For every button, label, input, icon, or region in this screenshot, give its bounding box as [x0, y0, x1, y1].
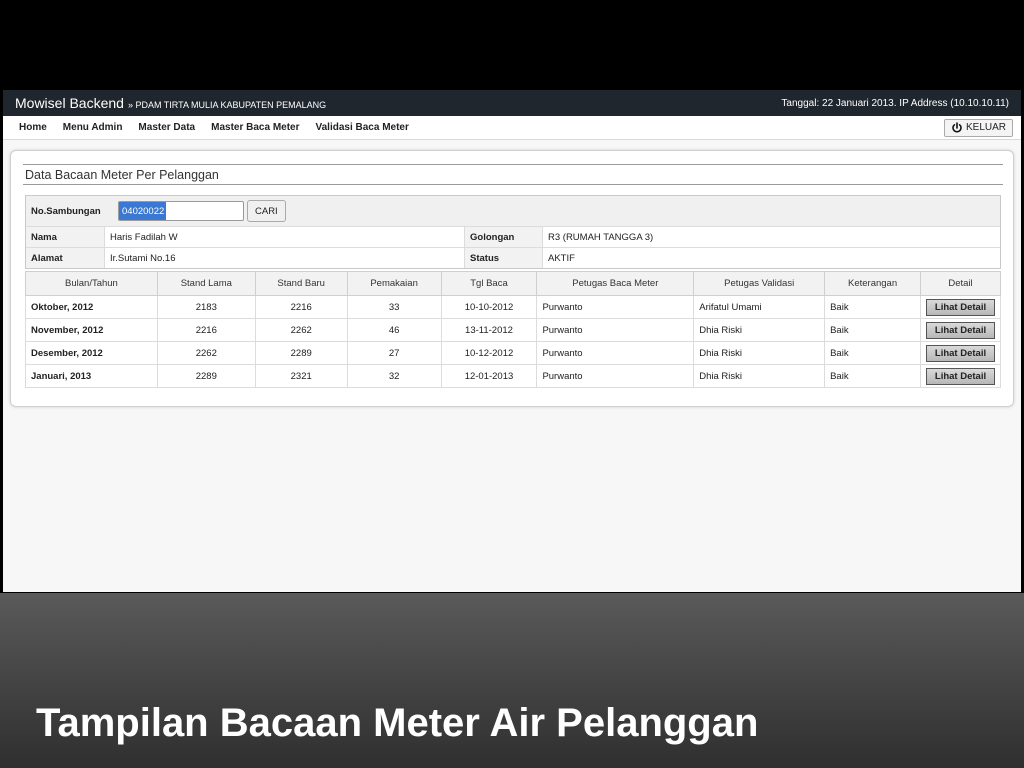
top-bar: Mowisel Backend » PDAM TIRTA MULIA KABUP… [3, 90, 1021, 116]
cell-detail: Lihat Detail [920, 318, 1001, 342]
customer-info: No.Sambungan CARI Nama Haris Fadilah W G… [25, 195, 1001, 269]
cell-pemakaian: 46 [346, 318, 442, 342]
cell-keterangan: Baik [824, 295, 922, 319]
cell-tgl-baca: 10-10-2012 [440, 295, 538, 319]
cell-stand-lama: 2289 [156, 364, 256, 388]
cell-stand-baru: 2289 [254, 341, 348, 365]
readings-table: Bulan/Tahun Stand Lama Stand Baru Pemaka… [25, 271, 1001, 388]
app-screen: Mowisel Backend » PDAM TIRTA MULIA KABUP… [3, 90, 1021, 592]
cell-petugas-baca: Purwanto [536, 364, 695, 388]
col-header-petugas-baca: Petugas Baca Meter [536, 271, 695, 296]
search-row: No.Sambungan CARI [26, 196, 1000, 226]
nama-value: Haris Fadilah W [104, 227, 464, 247]
cell-detail: Lihat Detail [920, 295, 1001, 319]
col-header-detail: Detail [920, 271, 1001, 296]
cell-tgl-baca: 12-01-2013 [440, 364, 538, 388]
cell-month: Januari, 2013 [25, 364, 158, 388]
menu-item-master-baca-meter[interactable]: Master Baca Meter [211, 122, 299, 133]
menu-bar: Home Menu Admin Master Data Master Baca … [3, 116, 1021, 140]
cell-pemakaian: 32 [346, 364, 442, 388]
golongan-label: Golongan [464, 227, 542, 247]
cell-keterangan: Baik [824, 364, 922, 388]
cell-stand-baru: 2216 [254, 295, 348, 319]
menu-item-home[interactable]: Home [19, 122, 47, 133]
alamat-label: Alamat [31, 252, 63, 264]
col-header-stand-lama: Stand Lama [156, 271, 256, 296]
menu-item-menu-admin[interactable]: Menu Admin [63, 122, 123, 133]
alamat-value: Ir.Sutami No.16 [104, 248, 464, 268]
menu-item-master-data[interactable]: Master Data [138, 122, 195, 133]
cell-pemakaian: 33 [346, 295, 442, 319]
col-header-stand-baru: Stand Baru [254, 271, 348, 296]
lihat-detail-button[interactable]: Lihat Detail [925, 367, 996, 385]
breadcrumb: » PDAM TIRTA MULIA KABUPATEN PEMALANG [127, 100, 327, 110]
col-header-tgl-baca: Tgl Baca [440, 271, 538, 296]
cell-month: Desember, 2012 [25, 341, 158, 365]
col-header-bulan-tahun: Bulan/Tahun [25, 271, 158, 296]
cell-petugas-baca: Purwanto [536, 318, 695, 342]
panel-title: Data Bacaan Meter Per Pelanggan [23, 164, 1003, 185]
col-header-petugas-validasi: Petugas Validasi [693, 271, 826, 296]
cell-pemakaian: 27 [346, 341, 442, 365]
cell-month: Oktober, 2012 [25, 295, 158, 319]
logout-button[interactable]: KELUAR [943, 118, 1013, 137]
main-menu: Home Menu Admin Master Data Master Baca … [19, 122, 425, 133]
table-row: Oktober, 2012 2183 2216 33 10-10-2012 Pu… [25, 295, 1001, 319]
cell-stand-lama: 2262 [156, 341, 256, 365]
table-row: November, 2012 2216 2262 46 13-11-2012 P… [25, 318, 1001, 342]
cell-detail: Lihat Detail [920, 364, 1001, 388]
cell-petugas-validasi: Dhia Riski [693, 341, 826, 365]
table-row: Januari, 2013 2289 2321 32 12-01-2013 Pu… [25, 364, 1001, 388]
no-sambungan-input[interactable] [118, 201, 244, 221]
cell-tgl-baca: 10-12-2012 [440, 341, 538, 365]
info-row-nama: Nama Haris Fadilah W Golongan R3 (RUMAH … [26, 226, 1000, 247]
slide-caption: Tampilan Bacaan Meter Air Pelanggan [36, 701, 759, 745]
cell-stand-baru: 2321 [254, 364, 348, 388]
status-value: AKTIF [542, 248, 1000, 268]
slide-footer: Tampilan Bacaan Meter Air Pelanggan [0, 593, 1024, 768]
info-row-alamat: Alamat Ir.Sutami No.16 Status AKTIF [26, 247, 1000, 268]
cell-tgl-baca: 13-11-2012 [440, 318, 538, 342]
col-header-keterangan: Keterangan [824, 271, 922, 296]
no-sambungan-label: No.Sambungan [31, 205, 101, 217]
cell-stand-lama: 2183 [156, 295, 256, 319]
cell-month: November, 2012 [25, 318, 158, 342]
cell-stand-baru: 2262 [254, 318, 348, 342]
cell-keterangan: Baik [824, 341, 922, 365]
content-panel: Data Bacaan Meter Per Pelanggan No.Sambu… [10, 150, 1014, 407]
nama-label: Nama [31, 231, 57, 243]
cell-petugas-baca: Purwanto [536, 341, 695, 365]
date-ip-info: Tanggal: 22 Januari 2013. IP Address (10… [781, 97, 1009, 109]
table-row: Desember, 2012 2262 2289 27 10-12-2012 P… [25, 341, 1001, 365]
cell-petugas-validasi: Dhia Riski [693, 364, 826, 388]
power-icon [952, 121, 962, 133]
golongan-value: R3 (RUMAH TANGGA 3) [542, 227, 1000, 247]
search-button[interactable]: CARI [247, 200, 286, 222]
brand: Mowisel Backend » PDAM TIRTA MULIA KABUP… [15, 95, 326, 111]
status-label: Status [464, 248, 542, 268]
cell-petugas-validasi: Dhia Riski [693, 318, 826, 342]
lihat-detail-button[interactable]: Lihat Detail [925, 321, 996, 339]
lihat-detail-button[interactable]: Lihat Detail [925, 298, 996, 316]
cell-petugas-baca: Purwanto [536, 295, 695, 319]
app-title: Mowisel Backend [15, 95, 124, 111]
lihat-detail-button[interactable]: Lihat Detail [925, 344, 996, 362]
table-header-row: Bulan/Tahun Stand Lama Stand Baru Pemaka… [25, 271, 1001, 296]
logout-label: KELUAR [965, 122, 1006, 133]
cell-detail: Lihat Detail [920, 341, 1001, 365]
menu-item-validasi-baca-meter[interactable]: Validasi Baca Meter [316, 122, 409, 133]
cell-petugas-validasi: Arifatul Umami [693, 295, 826, 319]
cell-stand-lama: 2216 [156, 318, 256, 342]
col-header-pemakaian: Pemakaian [346, 271, 442, 296]
cell-keterangan: Baik [824, 318, 922, 342]
